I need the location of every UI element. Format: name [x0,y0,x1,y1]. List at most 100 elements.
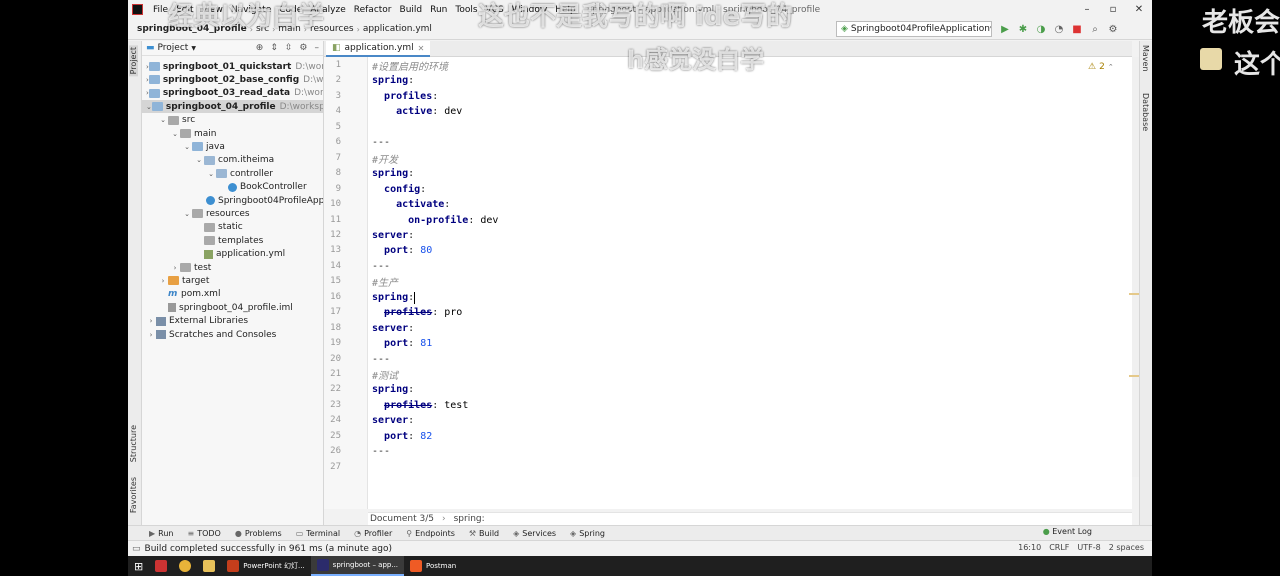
tree-item[interactable]: templates [142,234,323,247]
chevron-right-icon[interactable]: › [158,277,168,285]
tree-item[interactable]: ⌄ src [142,114,323,127]
tree-item[interactable]: ›springboot_03_read_dataD:\workspace [142,87,323,100]
code-token: on-profile [408,214,469,226]
menu-refactor[interactable]: Refactor [350,5,396,15]
taskbar-chrome[interactable] [173,556,197,576]
caret-position[interactable]: 16:10 [1018,543,1041,552]
tree-item[interactable]: ⌄ springboot_04_profileD:\workspace [142,100,323,114]
tree-item[interactable]: static [142,221,323,234]
tree-item[interactable]: m pom.xml [142,288,323,301]
debug-icon[interactable]: ✱ [1016,21,1030,37]
gear-icon[interactable]: ⚙ [299,43,307,53]
locate-icon[interactable]: ⊕ [256,43,264,53]
code-breadcrumb-key[interactable]: spring: [454,514,485,524]
file-encoding[interactable]: UTF-8 [1077,543,1100,552]
tool-terminal[interactable]: ▭ Terminal [289,529,347,538]
taskbar-app[interactable]: springboot – app... [310,556,405,576]
tab-favorites[interactable]: Favorites [129,477,138,513]
expand-icon[interactable]: ⇳ [285,43,293,53]
tool-label: Services [522,528,557,538]
breadcrumb-item[interactable]: application.yml [360,24,435,34]
tree-item[interactable]: application.yml [142,248,323,261]
chevron-down-icon[interactable]: ⌄ [182,210,192,218]
tree-item[interactable]: ›springboot_02_base_configD:\workspace [142,73,323,86]
warning-marker[interactable] [1129,293,1139,295]
collapse-icon[interactable]: ⇕ [270,43,278,53]
chevron-right-icon[interactable]: › [146,317,156,325]
code-token: : [408,384,415,396]
minimize-icon[interactable]: – [1074,0,1100,19]
maximize-icon[interactable]: ▫ [1100,0,1126,19]
tree-item[interactable]: ⌄ resources [142,207,323,220]
taskbar-app[interactable]: PowerPoint 幻灯... [221,556,310,576]
tab-maven[interactable]: Maven [1141,45,1150,72]
chevron-down-icon[interactable]: ⌄ [146,103,152,111]
tool-todo[interactable]: ≡ TODO [181,529,228,538]
status-message[interactable]: Build completed successfully in 961 ms (… [145,544,393,554]
editor-scrollbar[interactable] [1129,57,1139,477]
search-icon[interactable]: ⌕ [1088,21,1102,37]
chevron-down-icon[interactable]: ▼ [191,45,196,52]
close-icon[interactable]: ✕ [1126,0,1152,19]
start-button[interactable]: ⊞ [128,556,149,576]
tool-problems[interactable]: ● Problems [228,529,289,538]
line-separator[interactable]: CRLF [1049,543,1069,552]
tree-item[interactable]: ⌄ controller [142,167,323,180]
tool-run[interactable]: ▶ Run [142,529,181,538]
tree-item[interactable]: ⌄ com.itheima [142,154,323,167]
settings-icon[interactable]: ⚙ [1106,21,1120,37]
chevron-down-icon[interactable]: ⌄ [206,170,216,178]
chevron-down-icon[interactable]: ⌄ [158,116,168,124]
tree-item[interactable]: › Scratches and Consoles [142,328,323,341]
indent-setting[interactable]: 2 spaces [1109,543,1144,552]
warnings-indicator[interactable]: ⚠ 2 ⌃ [1088,62,1114,72]
chevron-down-icon[interactable]: ⌄ [170,130,180,138]
taskbar-explorer[interactable] [197,556,221,576]
right-tool-strip: Maven Database [1139,41,1152,525]
black-border-right: 老板会 这个 [1152,0,1280,576]
taskbar-app[interactable]: Postman [404,556,462,576]
event-log-button[interactable]: ● Event Log [1043,527,1092,536]
hide-icon[interactable]: – [315,43,320,53]
chevron-down-icon[interactable]: ⌄ [194,156,204,164]
app-icon [227,560,240,572]
project-header-label[interactable]: Project [158,43,189,53]
chevron-right-icon[interactable]: › [146,331,156,339]
menu-run[interactable]: Run [426,5,451,15]
tree-item[interactable]: › test [142,261,323,274]
tree-item[interactable]: springboot_04_profile.iml [142,301,323,314]
tool-spring[interactable]: ◈ Spring [563,529,612,538]
tool-endpoints[interactable]: ⚲ Endpoints [399,529,462,538]
stop-icon[interactable]: ■ [1070,21,1084,37]
tree-item[interactable]: ⌄ main [142,127,323,140]
chevron-down-icon[interactable]: ⌄ [182,143,192,151]
tool-services[interactable]: ◈ Services [506,529,563,538]
profile-icon[interactable]: ◔ [1052,21,1066,37]
tab-project[interactable]: Project [129,45,138,77]
tab-application-yml[interactable]: ◧ application.yml ✕ [326,41,431,57]
tab-structure[interactable]: Structure [129,425,138,462]
tree-item[interactable]: BookController [142,181,323,194]
run-icon[interactable]: ▶ [998,21,1012,37]
tab-database[interactable]: Database [1141,93,1150,131]
tree-item[interactable]: ›springboot_01_quickstartD:\workspace [142,60,323,73]
close-tab-icon[interactable]: ✕ [418,44,425,53]
chevron-right-icon[interactable]: › [170,264,180,272]
status-bar: ▭ Build completed successfully in 961 ms… [128,540,1152,556]
code-breadcrumb-doc[interactable]: Document 3/5 [370,514,434,524]
run-config-select[interactable]: ◈ Springboot04ProfileApplication ▼ [836,21,992,37]
taskbar-pinned-app[interactable] [149,556,173,576]
menu-build[interactable]: Build [396,5,427,15]
tree-item[interactable]: Springboot04ProfileApplication [142,194,323,207]
folder-icon [148,75,160,85]
tool-profiler[interactable]: ◔ Profiler [347,529,399,538]
warning-marker[interactable] [1129,375,1139,377]
tree-item[interactable]: ⌄ java [142,140,323,153]
code-token: spring [372,384,409,396]
tool-build[interactable]: ⚒ Build [462,529,506,538]
tree-item[interactable]: › External Libraries [142,315,323,328]
code-editor[interactable]: #设置启用的环境 spring: profiles: active: dev ---… [368,57,1132,509]
tree-item[interactable]: › target [142,274,323,287]
coverage-icon[interactable]: ◑ [1034,21,1048,37]
